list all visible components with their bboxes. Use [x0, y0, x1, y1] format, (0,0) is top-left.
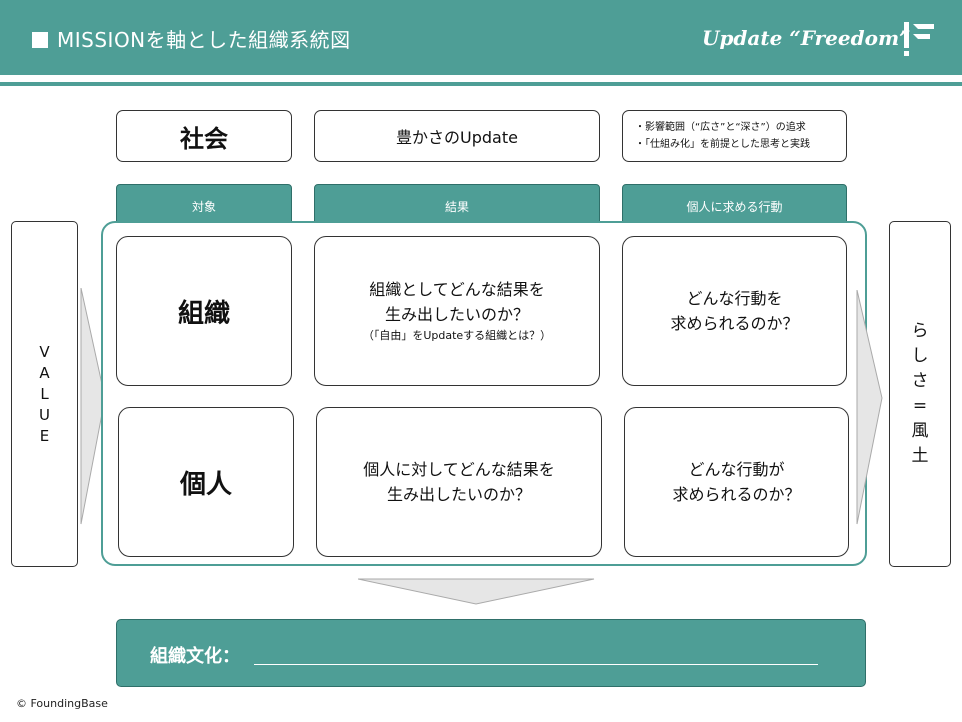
result-box-individual: 個人に対してどんな結果を 生み出したいのか？	[316, 407, 602, 557]
society-box: 社会	[116, 110, 292, 162]
page-title: MISSIONを軸とした組織系統図	[32, 24, 351, 53]
down-arrow-icon	[358, 578, 595, 605]
action-line: どんな行動が	[688, 460, 785, 479]
foundingbase-logo-icon	[904, 22, 934, 56]
result-line: 生み出したいのか？	[384, 305, 529, 324]
value-char: U	[39, 405, 50, 424]
society-label: 社会	[180, 124, 228, 153]
note-line: ・「仕組み化」を前提とした思考と実践	[635, 139, 810, 150]
target-box-individual: 個人	[118, 407, 294, 557]
target-label: 個人	[179, 469, 232, 500]
result-line: 組織としてどんな結果を	[369, 280, 545, 299]
culture-char: ら	[911, 321, 929, 341]
tagline: Update “Freedom”	[702, 26, 911, 50]
copyright-footer: © FoundingBase	[16, 697, 108, 710]
update-box: 豊かさのUpdate	[314, 110, 600, 162]
update-label: 豊かさのUpdate	[396, 128, 518, 147]
result-line: 個人に対してどんな結果を	[363, 460, 555, 479]
organization-culture-label: 組織文化：	[150, 646, 240, 667]
culture-char: し	[911, 346, 929, 366]
page-title-text: MISSIONを軸とした組織系統図	[57, 28, 351, 52]
value-char: V	[39, 342, 50, 361]
value-char: L	[40, 384, 49, 403]
result-line: 生み出したいのか？	[386, 485, 531, 504]
action-line: 求められるのか？	[670, 314, 799, 333]
notes-box: ・影響範囲（“広さ”と“深さ”）の追求 ・「仕組み化」を前提とした思考と実践	[622, 110, 847, 162]
note-line: ・影響範囲（“広さ”と“深さ”）の追求	[635, 122, 806, 133]
value-char: E	[39, 426, 50, 445]
culture-char: 土	[911, 446, 929, 466]
organization-culture-bar: 組織文化：	[116, 619, 866, 687]
action-box-individual: どんな行動が 求められるのか？	[624, 407, 849, 557]
column-header-label: 個人に求める行動	[686, 199, 783, 214]
result-box-organization: 組織としてどんな結果を 生み出したいのか？ （「自由」をUpdateする組織とは…	[314, 236, 600, 386]
header-bar: MISSIONを軸とした組織系統図 Update “Freedom”	[0, 0, 962, 75]
action-line: どんな行動を	[686, 289, 783, 308]
result-note: （「自由」をUpdateする組織とは？）	[362, 329, 552, 342]
square-bullet-icon	[32, 32, 48, 48]
column-header-label: 結果	[444, 199, 469, 214]
target-label: 組織	[177, 298, 230, 329]
action-box-organization: どんな行動を 求められるのか？	[622, 236, 847, 386]
target-box-organization: 組織	[116, 236, 292, 386]
culture-char: 風	[911, 421, 929, 441]
culture-char: さ	[911, 371, 929, 391]
action-line: 求められるのか？	[672, 485, 801, 504]
value-box: V A L U E	[11, 221, 78, 567]
character-culture-box: ら し さ = 風 土	[889, 221, 951, 567]
culture-char: =	[912, 396, 928, 416]
value-char: A	[39, 363, 50, 382]
culture-underline	[254, 664, 818, 665]
header-rule	[0, 82, 962, 86]
right-arrow-icon	[856, 290, 883, 525]
column-header-label: 対象	[191, 199, 216, 214]
